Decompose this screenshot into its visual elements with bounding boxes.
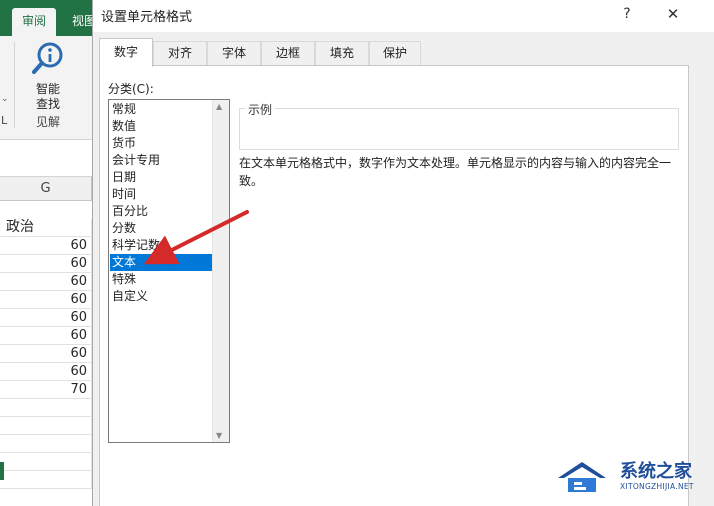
number-tab-panel: 分类(C): 常规 数值 货币 会计专用 日期 时间 百分比 分数 科学记数 文… bbox=[99, 65, 689, 506]
chevron-down-icon[interactable]: ▼ bbox=[216, 431, 222, 440]
table-cell[interactable]: 60 bbox=[0, 345, 92, 363]
table-cell[interactable]: 60 bbox=[0, 291, 92, 309]
ribbon-edge-fragment: L bbox=[1, 114, 8, 127]
smart-lookup-icon bbox=[32, 42, 63, 74]
list-item-custom[interactable]: 自定义 bbox=[110, 288, 212, 305]
format-description: 在文本单元格格式中，数字作为文本处理。单元格显示的内容与输入的内容完全一致。 bbox=[239, 156, 672, 188]
help-button[interactable]: ? bbox=[613, 4, 641, 24]
chevron-up-icon[interactable]: ▲ bbox=[216, 102, 222, 111]
formula-bar-area bbox=[0, 141, 100, 177]
category-label: 分类(C): bbox=[108, 82, 154, 96]
format-cells-dialog: 设置单元格格式 ? ✕ 数字 对齐 字体 边框 填充 保护 分类(C): 常规 … bbox=[92, 0, 714, 506]
table-cell[interactable]: 60 bbox=[0, 363, 92, 381]
close-icon[interactable]: ✕ bbox=[659, 4, 687, 24]
insights-group-label: 见解 bbox=[35, 115, 60, 129]
list-item-time[interactable]: 时间 bbox=[110, 186, 212, 203]
worksheet-grid[interactable]: 政治 60 60 60 60 60 60 60 60 70 bbox=[0, 201, 100, 506]
list-item-scientific[interactable]: 科学记数 bbox=[110, 237, 212, 254]
table-cell[interactable] bbox=[0, 399, 92, 417]
table-cell[interactable] bbox=[0, 417, 92, 435]
tab-border[interactable]: 边框 bbox=[261, 41, 315, 66]
smart-lookup-button[interactable]: 智能 查找 bbox=[28, 42, 68, 112]
list-item-number[interactable]: 数值 bbox=[110, 118, 212, 135]
sample-groupbox: 示例 bbox=[239, 101, 679, 150]
tab-font[interactable]: 字体 bbox=[207, 41, 261, 66]
list-item-percentage[interactable]: 百分比 bbox=[110, 203, 212, 220]
table-cell[interactable] bbox=[0, 471, 92, 489]
active-cell-marker bbox=[0, 462, 4, 480]
dialog-title: 设置单元格格式 bbox=[101, 10, 193, 25]
table-cell[interactable]: 60 bbox=[0, 273, 92, 291]
cell-politics-header[interactable]: 政治 bbox=[0, 219, 92, 237]
sample-label: 示例 bbox=[246, 101, 275, 118]
smart-lookup-label: 智能 查找 bbox=[35, 82, 60, 111]
list-item-fraction[interactable]: 分数 bbox=[110, 220, 212, 237]
site-watermark: 系统之家 XITONGZHIJIA.NET bbox=[548, 456, 714, 498]
ribbon-group-divider bbox=[14, 42, 15, 128]
column-header-row: G bbox=[0, 177, 100, 201]
category-scrollbar[interactable]: ▲ ▼ bbox=[212, 100, 229, 442]
house-logo-icon bbox=[558, 462, 606, 492]
tab-number[interactable]: 数字 bbox=[99, 38, 153, 67]
list-item-general[interactable]: 常规 bbox=[110, 101, 212, 118]
tab-fill[interactable]: 填充 bbox=[315, 41, 369, 66]
watermark-main-text: 系统之家 bbox=[620, 461, 692, 482]
category-listbox[interactable]: 常规 数值 货币 会计专用 日期 时间 百分比 分数 科学记数 文本 特殊 自定… bbox=[108, 99, 230, 443]
dialog-titlebar[interactable]: 设置单元格格式 ? ✕ bbox=[93, 0, 714, 32]
table-cell[interactable]: 60 bbox=[0, 309, 92, 327]
list-item-currency[interactable]: 货币 bbox=[110, 135, 212, 152]
chevron-down-icon[interactable]: ⌄ bbox=[1, 94, 9, 104]
list-item-special[interactable]: 特殊 bbox=[110, 271, 212, 288]
table-cell[interactable]: 60 bbox=[0, 237, 92, 255]
table-cell[interactable]: 70 bbox=[0, 381, 92, 399]
table-cell[interactable]: 60 bbox=[0, 327, 92, 345]
list-item-accounting[interactable]: 会计专用 bbox=[110, 152, 212, 169]
table-cell[interactable] bbox=[0, 435, 92, 453]
table-cell[interactable]: 60 bbox=[0, 255, 92, 273]
tab-protection[interactable]: 保护 bbox=[369, 41, 421, 66]
watermark-sub-text: XITONGZHIJIA.NET bbox=[620, 482, 694, 491]
list-item-date[interactable]: 日期 bbox=[110, 169, 212, 186]
ribbon-tab-review[interactable]: 审阅 bbox=[12, 8, 57, 36]
column-header-g[interactable]: G bbox=[0, 177, 92, 201]
tab-alignment[interactable]: 对齐 bbox=[153, 41, 207, 66]
list-item-text[interactable]: 文本 bbox=[110, 254, 212, 271]
table-cell[interactable] bbox=[0, 453, 92, 471]
